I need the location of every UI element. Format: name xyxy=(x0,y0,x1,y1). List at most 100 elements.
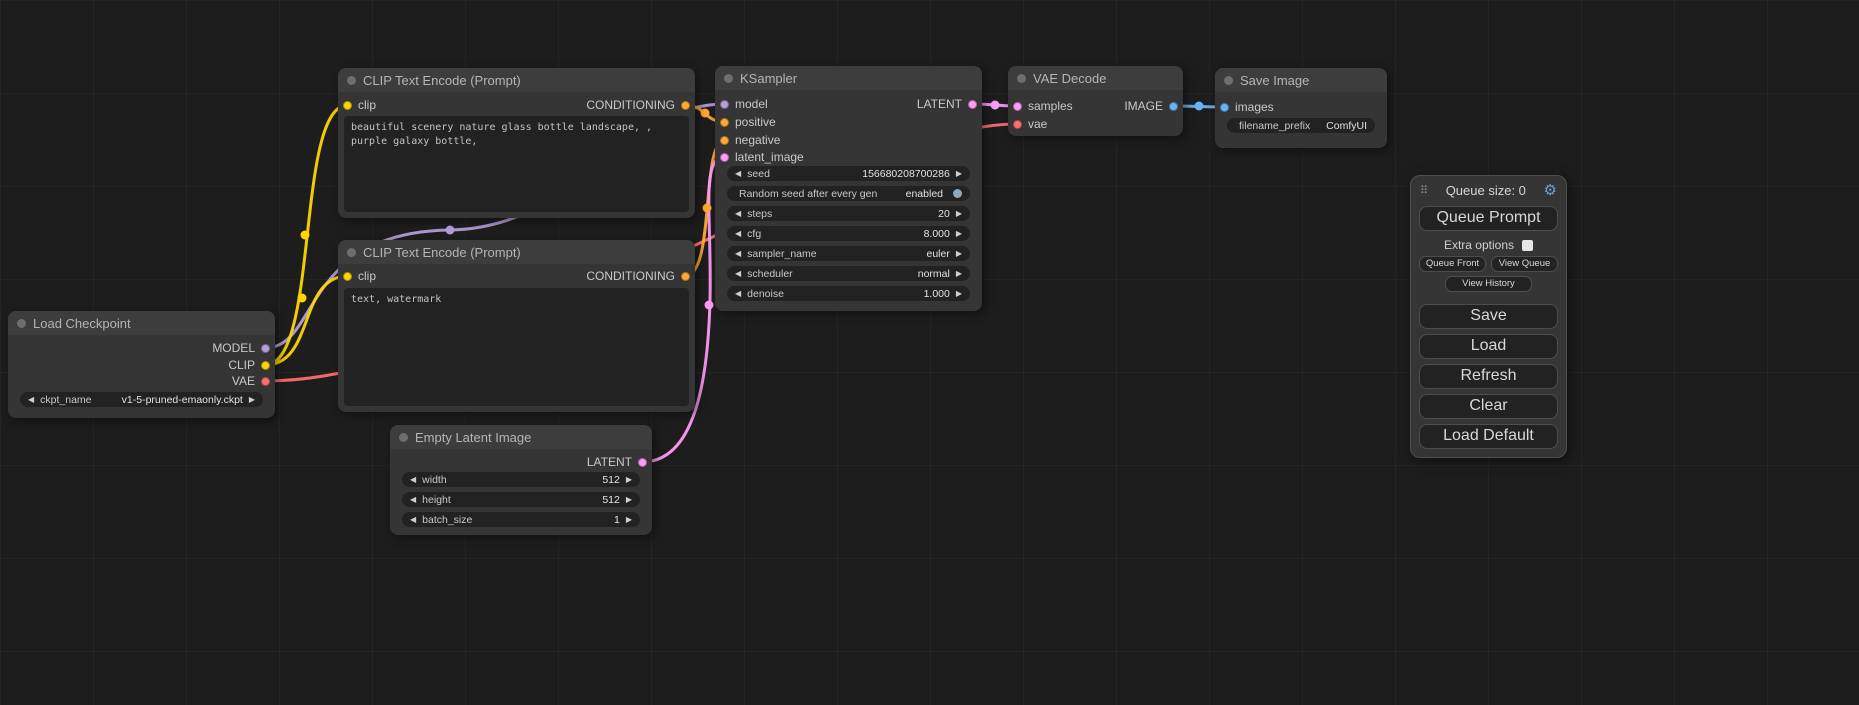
output-slot-image[interactable]: IMAGE xyxy=(1124,98,1178,114)
clear-button[interactable]: Clear xyxy=(1419,394,1558,419)
output-dot-image[interactable] xyxy=(1169,102,1178,111)
increment-arrow-icon[interactable]: ▶ xyxy=(956,230,962,238)
input-dot-negative[interactable] xyxy=(720,136,729,145)
queue-prompt-button[interactable]: Queue Prompt xyxy=(1419,206,1558,231)
input-dot-model[interactable] xyxy=(720,100,729,109)
view-history-button[interactable]: View History xyxy=(1445,276,1531,292)
widget-width[interactable]: ◀ width 512 ▶ xyxy=(402,472,640,487)
load-default-button[interactable]: Load Default xyxy=(1419,424,1558,449)
input-dot-clip[interactable] xyxy=(343,101,352,110)
refresh-button[interactable]: Refresh xyxy=(1419,364,1558,389)
extra-options-checkbox[interactable] xyxy=(1522,240,1533,251)
node-header[interactable]: Load Checkpoint xyxy=(8,311,275,335)
widget-steps[interactable]: ◀ steps 20 ▶ xyxy=(727,206,970,221)
input-dot-positive[interactable] xyxy=(720,118,729,127)
input-dot-clip[interactable] xyxy=(343,272,352,281)
decrement-arrow-icon[interactable]: ◀ xyxy=(735,290,741,298)
node-clip-text-encode-negative[interactable]: CLIP Text Encode (Prompt) clip CONDITION… xyxy=(338,240,695,412)
collapse-dot-icon[interactable] xyxy=(17,319,26,328)
output-slot-model[interactable]: MODEL xyxy=(212,340,270,356)
output-slot-conditioning[interactable]: CONDITIONING xyxy=(586,97,690,113)
toggle-dot-icon[interactable] xyxy=(953,189,962,198)
output-slot-conditioning[interactable]: CONDITIONING xyxy=(586,268,690,284)
input-dot-samples[interactable] xyxy=(1013,102,1022,111)
collapse-dot-icon[interactable] xyxy=(347,76,356,85)
input-slot-clip[interactable]: clip xyxy=(343,268,376,284)
decrement-arrow-icon[interactable]: ◀ xyxy=(735,270,741,278)
decrement-arrow-icon[interactable]: ◀ xyxy=(735,210,741,218)
node-header[interactable]: KSampler xyxy=(715,66,982,90)
output-dot-conditioning[interactable] xyxy=(681,101,690,110)
increment-arrow-icon[interactable]: ▶ xyxy=(249,396,255,404)
widget-random-seed-toggle[interactable]: Random seed after every gen enabled xyxy=(727,186,970,201)
output-slot-vae[interactable]: VAE xyxy=(232,373,270,389)
collapse-dot-icon[interactable] xyxy=(399,433,408,442)
increment-arrow-icon[interactable]: ▶ xyxy=(956,250,962,258)
save-button[interactable]: Save xyxy=(1419,304,1558,329)
output-slot-clip[interactable]: CLIP xyxy=(228,357,270,373)
input-slot-samples[interactable]: samples xyxy=(1013,98,1073,114)
node-header[interactable]: Save Image xyxy=(1215,68,1387,92)
widget-height[interactable]: ◀ height 512 ▶ xyxy=(402,492,640,507)
decrement-arrow-icon[interactable]: ◀ xyxy=(735,250,741,258)
increment-arrow-icon[interactable]: ▶ xyxy=(956,210,962,218)
decrement-arrow-icon[interactable]: ◀ xyxy=(410,516,416,524)
decrement-arrow-icon[interactable]: ◀ xyxy=(735,170,741,178)
node-clip-text-encode-positive[interactable]: CLIP Text Encode (Prompt) clip CONDITION… xyxy=(338,68,695,218)
node-empty-latent-image[interactable]: Empty Latent Image LATENT ◀ width 512 ▶ … xyxy=(390,425,652,535)
input-slot-negative[interactable]: negative xyxy=(720,132,780,148)
queue-front-button[interactable]: Queue Front xyxy=(1419,256,1486,272)
node-ksampler[interactable]: KSampler model positive negative latent_… xyxy=(715,66,982,311)
collapse-dot-icon[interactable] xyxy=(724,74,733,83)
widget-sampler-name[interactable]: ◀ sampler_name euler ▶ xyxy=(727,246,970,261)
increment-arrow-icon[interactable]: ▶ xyxy=(626,476,632,484)
widget-batch-size[interactable]: ◀ batch_size 1 ▶ xyxy=(402,512,640,527)
widget-cfg[interactable]: ◀ cfg 8.000 ▶ xyxy=(727,226,970,241)
output-dot-latent[interactable] xyxy=(638,458,647,467)
input-slot-positive[interactable]: positive xyxy=(720,114,776,130)
view-queue-button[interactable]: View Queue xyxy=(1491,256,1558,272)
input-slot-latent-image[interactable]: latent_image xyxy=(720,149,804,165)
prompt-textarea[interactable]: text, watermark xyxy=(344,288,689,406)
graph-canvas[interactable]: Load Checkpoint MODEL CLIP VAE ◀ ckpt_na… xyxy=(0,0,1859,705)
decrement-arrow-icon[interactable]: ◀ xyxy=(735,230,741,238)
menu-panel[interactable]: ⠿ Queue size: 0 ⚙ Queue Prompt Extra opt… xyxy=(1410,175,1567,458)
widget-seed[interactable]: ◀ seed 156680208700286 ▶ xyxy=(727,166,970,181)
input-dot-latent-image[interactable] xyxy=(720,153,729,162)
input-slot-clip[interactable]: clip xyxy=(343,97,376,113)
input-slot-vae[interactable]: vae xyxy=(1013,116,1047,132)
input-dot-images[interactable] xyxy=(1220,103,1229,112)
decrement-arrow-icon[interactable]: ◀ xyxy=(410,496,416,504)
node-vae-decode[interactable]: VAE Decode samples vae IMAGE xyxy=(1008,66,1183,136)
decrement-arrow-icon[interactable]: ◀ xyxy=(28,396,34,404)
output-dot-model[interactable] xyxy=(261,344,270,353)
drag-handle-icon[interactable]: ⠿ xyxy=(1420,184,1428,197)
node-header[interactable]: VAE Decode xyxy=(1008,66,1183,90)
collapse-dot-icon[interactable] xyxy=(1017,74,1026,83)
increment-arrow-icon[interactable]: ▶ xyxy=(956,270,962,278)
load-button[interactable]: Load xyxy=(1419,334,1558,359)
increment-arrow-icon[interactable]: ▶ xyxy=(956,170,962,178)
output-dot-latent[interactable] xyxy=(968,100,977,109)
prompt-textarea[interactable]: beautiful scenery nature glass bottle la… xyxy=(344,116,689,212)
widget-scheduler[interactable]: ◀ scheduler normal ▶ xyxy=(727,266,970,281)
node-load-checkpoint[interactable]: Load Checkpoint MODEL CLIP VAE ◀ ckpt_na… xyxy=(8,311,275,418)
node-header[interactable]: CLIP Text Encode (Prompt) xyxy=(338,68,695,92)
output-dot-clip[interactable] xyxy=(261,361,270,370)
output-dot-vae[interactable] xyxy=(261,377,270,386)
widget-ckpt-name[interactable]: ◀ ckpt_name v1-5-pruned-emaonly.ckpt ▶ xyxy=(20,392,263,407)
input-slot-images[interactable]: images xyxy=(1220,99,1274,115)
output-slot-latent[interactable]: LATENT xyxy=(917,96,977,112)
increment-arrow-icon[interactable]: ▶ xyxy=(956,290,962,298)
input-dot-vae[interactable] xyxy=(1013,120,1022,129)
node-header[interactable]: CLIP Text Encode (Prompt) xyxy=(338,240,695,264)
widget-filename-prefix[interactable]: filename_prefix ComfyUI xyxy=(1227,118,1375,133)
output-dot-conditioning[interactable] xyxy=(681,272,690,281)
node-save-image[interactable]: Save Image images filename_prefix ComfyU… xyxy=(1215,68,1387,148)
output-slot-latent[interactable]: LATENT xyxy=(587,454,647,470)
widget-denoise[interactable]: ◀ denoise 1.000 ▶ xyxy=(727,286,970,301)
settings-gear-icon[interactable]: ⚙ xyxy=(1544,183,1557,198)
collapse-dot-icon[interactable] xyxy=(347,248,356,257)
increment-arrow-icon[interactable]: ▶ xyxy=(626,516,632,524)
decrement-arrow-icon[interactable]: ◀ xyxy=(410,476,416,484)
